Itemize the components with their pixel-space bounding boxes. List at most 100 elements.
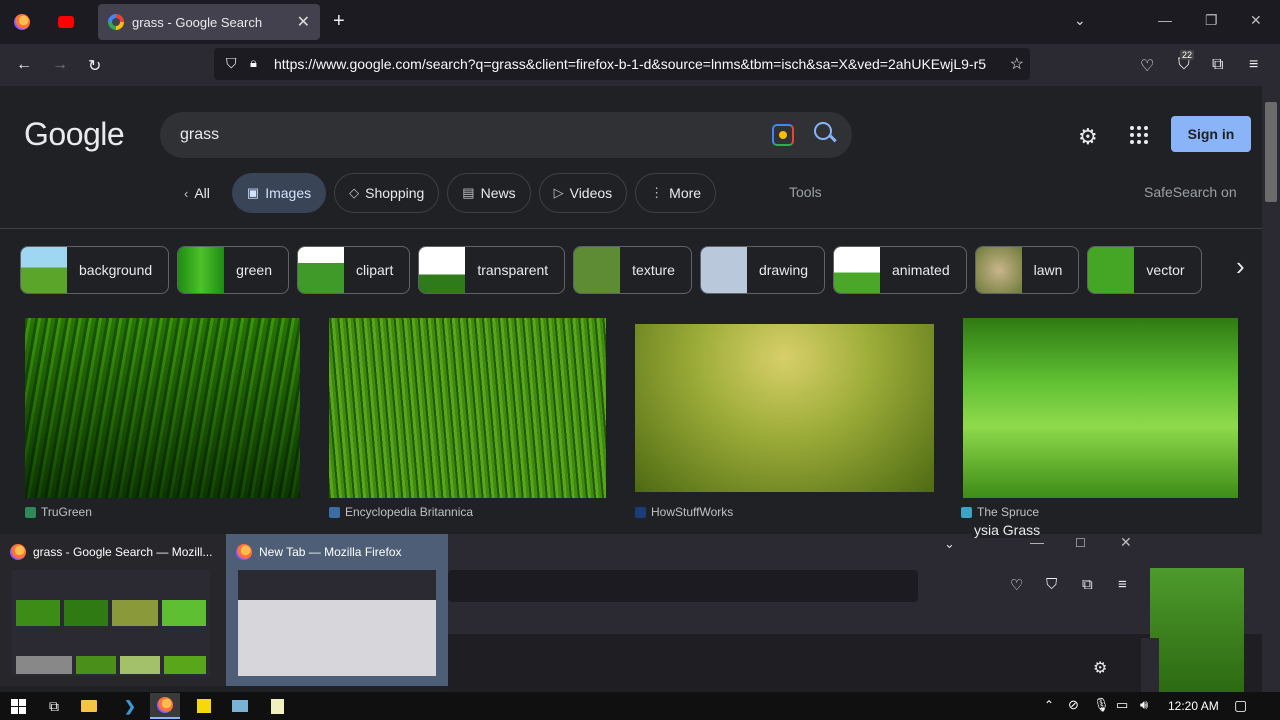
sticky-notes-icon[interactable] [194,696,214,716]
notifications-icon[interactable]: ▢ [1234,697,1247,714]
ublock-extension-icon[interactable]: ⛉ [1046,576,1057,593]
extensions-icon[interactable]: ⧉ [1082,576,1093,593]
extensions-icon[interactable]: ⧉ [1212,56,1223,74]
chip-drawing[interactable]: drawing [699,246,826,294]
reload-icon[interactable]: ↻ [88,56,101,76]
preview-google-search[interactable]: grass - Google Search — Mozill... [0,534,222,686]
shield-icon[interactable]: ⛉ [226,55,237,72]
file-explorer-icon[interactable] [79,696,99,716]
tab-images[interactable]: ▣ Images [231,173,327,213]
notepad-icon[interactable] [267,696,287,716]
list-tabs-chevron-icon[interactable]: ⌄ [1074,12,1086,29]
chip-texture[interactable]: texture [573,246,692,294]
pocket-icon[interactable]: ♡ [1140,56,1154,76]
active-tab[interactable]: grass - Google Search ✕ [98,4,320,40]
tab-all[interactable]: ‹ All [170,173,224,213]
clock[interactable]: 12:20 AM [1168,699,1219,713]
tab-videos[interactable]: ▷ Videos [538,173,628,213]
chip-transparent[interactable]: transparent [418,246,566,294]
chip-label: background [79,262,153,278]
network-icon[interactable]: ▭ [1116,697,1128,713]
task-view-icon[interactable]: ⧉ [44,696,64,716]
windows-start-icon[interactable] [8,696,28,716]
google-favicon-icon [108,14,124,30]
hamburger-menu-icon[interactable]: ≡ [1249,56,1258,74]
chip-lawn[interactable]: lawn [974,246,1080,294]
google-logo[interactable]: Google [24,116,125,153]
result-image-4[interactable] [963,318,1238,498]
result-source-1[interactable]: TruGreen [25,505,92,519]
page-scrollbar[interactable] [1262,86,1280,692]
tab-more[interactable]: ⋮ More [635,173,717,213]
chevron-up-icon[interactable]: ⌃ [1044,698,1054,712]
result-image-partial[interactable] [1150,568,1244,692]
volume-icon[interactable]: 🔊︎ [1140,697,1148,713]
search-icon[interactable] [814,122,832,140]
result-source-3[interactable]: HowStuffWorks [635,505,733,519]
chip-vector[interactable]: vector [1087,246,1202,294]
firefox-icon [10,544,26,560]
close-window-button[interactable]: ✕ [1120,534,1132,551]
related-chips: background green clipart transparent tex… [20,246,1202,294]
minimize-button[interactable]: — [1158,12,1172,28]
back-arrow-icon[interactable]: ← [16,56,32,74]
chip-thumbnail [574,247,621,293]
chip-clipart[interactable]: clipart [296,246,411,294]
result-source-4[interactable]: The Spruce [961,505,1039,519]
result-image-3[interactable] [635,324,934,492]
chip-thumbnail [419,247,466,293]
chip-green[interactable]: green [177,246,289,294]
tab-strip: grass - Google Search ✕ + ⌄ — ❐ ✕ [0,0,1280,44]
microphone-icon[interactable]: 🎙︎ [1093,697,1110,713]
pocket-icon[interactable]: ♡ [1010,576,1023,594]
maximize-button[interactable]: ☐ [1075,536,1086,550]
bookmark-star-icon[interactable]: ☆ [1009,54,1024,74]
ff2-scrollbar[interactable] [1141,638,1159,692]
chip-animated[interactable]: animated [833,246,967,294]
result-source-2[interactable]: Encyclopedia Britannica [329,505,473,519]
address-bar[interactable] [448,570,918,602]
tab-news[interactable]: ▤ News [447,173,531,213]
gear-icon[interactable]: ⚙ [1078,124,1098,150]
lock-icon[interactable]: 🔒︎ [250,55,257,71]
google-lens-icon[interactable] [772,124,794,146]
list-tabs-chevron-icon[interactable]: ⌄ [944,536,955,552]
preview-new-tab[interactable]: New Tab — Mozilla Firefox [226,534,448,686]
sign-in-button[interactable]: Sign in [1171,116,1251,152]
forward-arrow-icon[interactable]: → [52,56,68,74]
chip-thumbnail [834,247,881,293]
tab-label: Videos [569,185,613,201]
tools-button[interactable]: Tools [789,184,822,200]
scrollbar-thumb[interactable] [1265,102,1277,202]
search-tabs: ‹ All ▣ Images ◇ Shopping ▤ News ▷ Video… [170,173,717,213]
firefox-menu-icon[interactable] [0,0,44,44]
notification-badge: 22 [1180,50,1195,60]
windows-taskbar: ⧉ ❯ ⌃ ⊘ 🎙︎ ▭ 🔊︎ 12:20 AM ▢ [0,692,1280,720]
tab-close-icon[interactable]: ✕ [297,12,310,32]
security-icon[interactable]: ⊘ [1068,697,1079,713]
vscode-icon[interactable]: ❯ [120,696,140,716]
chip-background[interactable]: background [20,246,170,294]
photos-icon[interactable] [230,696,250,716]
apps-grid-icon[interactable] [1130,126,1148,144]
safesearch-button[interactable]: SafeSearch on [1144,184,1237,200]
preview-screenshot [238,570,436,676]
restore-button[interactable]: ❐ [1205,12,1218,29]
search-input[interactable]: grass [160,112,852,158]
youtube-pinned-tab[interactable] [44,0,88,44]
url-bar[interactable]: ⛉ 🔒︎ https://www.google.com/search?q=gra… [214,48,1030,80]
hamburger-menu-icon[interactable]: ≡ [1118,576,1127,593]
result-image-1[interactable] [25,318,300,498]
chip-label: texture [632,262,675,278]
source-label: TruGreen [41,505,92,519]
play-icon: ▷ [553,185,564,200]
new-tab-button[interactable]: + [333,10,345,33]
gear-icon[interactable]: ⚙ [1093,658,1107,678]
firefox-taskbar-icon[interactable] [150,693,180,719]
source-label: Encyclopedia Britannica [345,505,474,519]
close-window-button[interactable]: ✕ [1250,12,1262,29]
tab-shopping[interactable]: ◇ Shopping [334,173,440,213]
result-image-2[interactable] [329,318,606,498]
chevron-left-icon: ‹ [184,185,189,201]
chevron-right-icon[interactable]: › [1236,251,1245,282]
